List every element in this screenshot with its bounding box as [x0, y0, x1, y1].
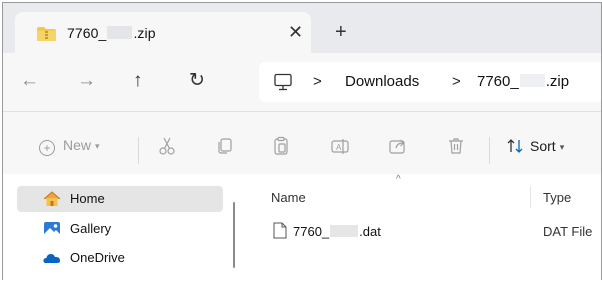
- tab-title-suffix: .zip: [133, 25, 156, 41]
- this-pc-icon[interactable]: [273, 73, 293, 91]
- sort-ascending-icon: ^: [396, 174, 401, 185]
- command-bar: + New ▾ A Sort ▾: [3, 112, 601, 174]
- sidebar-item-gallery[interactable]: Gallery: [17, 216, 223, 242]
- breadcrumb-chevron[interactable]: >: [452, 73, 461, 91]
- sidebar-item-label: Gallery: [70, 221, 112, 236]
- breadcrumb-zip-prefix: 7760_: [477, 73, 519, 90]
- breadcrumb-chevron[interactable]: >: [313, 73, 322, 91]
- separator: [138, 137, 139, 164]
- tab-title-prefix: 7760_: [67, 25, 107, 41]
- file-icon: [273, 222, 287, 239]
- delete-icon[interactable]: [446, 136, 466, 156]
- sidebar-item-label: Home: [70, 191, 105, 206]
- home-icon: [43, 191, 61, 206]
- sidebar-item-home[interactable]: Home: [17, 186, 223, 212]
- column-header-name[interactable]: Name: [271, 190, 306, 205]
- close-tab-icon[interactable]: ✕: [288, 20, 303, 44]
- new-tab-button[interactable]: +: [335, 20, 347, 44]
- share-icon[interactable]: [388, 136, 408, 156]
- file-type: DAT File: [543, 224, 593, 239]
- svg-text:A: A: [336, 143, 342, 152]
- new-button[interactable]: + New ▾: [39, 137, 100, 156]
- chevron-down-icon: ▾: [559, 142, 565, 152]
- file-name[interactable]: 7760_ .dat: [293, 224, 381, 239]
- breadcrumb-downloads[interactable]: Downloads: [345, 73, 419, 91]
- file-name-prefix: 7760_: [293, 224, 330, 239]
- new-label: New: [63, 137, 92, 153]
- column-header-type[interactable]: Type: [543, 190, 571, 205]
- refresh-button[interactable]: ↻: [189, 69, 205, 93]
- sort-label: Sort: [530, 138, 556, 154]
- tab-strip: 7760_ .zip ✕ +: [3, 3, 601, 53]
- sidebar-item-onedrive[interactable]: OneDrive: [17, 245, 223, 271]
- cut-icon[interactable]: [157, 136, 177, 156]
- zip-folder-icon: [37, 27, 56, 41]
- file-list: ^ Name Type 7760_ .dat DAT File: [239, 174, 601, 280]
- sort-button[interactable]: Sort ▾: [506, 138, 564, 154]
- file-explorer-window: 7760_ .zip ✕ + ← → ↑ ↻ > Downloads > 7760…: [2, 2, 602, 280]
- navigation-bar: ← → ↑ ↻ > Downloads > 7760_ .zip: [3, 53, 601, 111]
- redaction-box: [519, 74, 545, 87]
- back-button[interactable]: ←: [20, 69, 39, 93]
- separator: [489, 137, 490, 164]
- redaction-box: [330, 225, 359, 237]
- forward-button[interactable]: →: [77, 69, 96, 93]
- copy-icon[interactable]: [215, 136, 235, 156]
- sidebar-item-label: OneDrive: [70, 250, 125, 265]
- tab-title: 7760_ .zip: [67, 25, 156, 41]
- file-name-suffix: .dat: [359, 224, 381, 239]
- navigation-pane: Home Gallery OneDrive: [3, 174, 239, 280]
- paste-icon[interactable]: [271, 136, 291, 156]
- onedrive-icon: [43, 254, 61, 263]
- rename-icon[interactable]: A: [330, 136, 350, 156]
- chevron-down-icon: ▾: [95, 141, 100, 151]
- breadcrumb-zip-suffix: .zip: [545, 73, 570, 90]
- redaction-box: [107, 26, 133, 39]
- breadcrumb-zip[interactable]: 7760_ .zip: [477, 73, 569, 91]
- tab-zip[interactable]: 7760_ .zip ✕: [15, 12, 311, 53]
- scrollbar[interactable]: [233, 202, 235, 268]
- gallery-icon: [44, 222, 60, 236]
- plus-icon: +: [39, 140, 55, 156]
- sort-icon: [507, 139, 523, 153]
- column-divider[interactable]: [530, 186, 531, 208]
- up-button[interactable]: ↑: [133, 69, 143, 93]
- content-area: Home Gallery OneDrive ^ Name Type 7760_ …: [3, 174, 601, 280]
- address-bar[interactable]: > Downloads > 7760_ .zip: [259, 62, 601, 102]
